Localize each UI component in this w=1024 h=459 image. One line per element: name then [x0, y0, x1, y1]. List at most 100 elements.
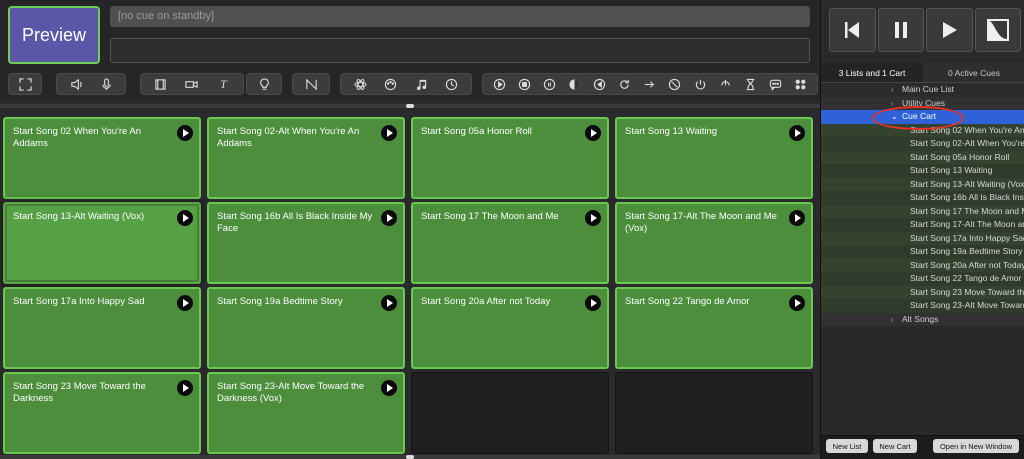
- tab-lists[interactable]: 3 Lists and 1 Cart: [821, 63, 923, 83]
- play-icon[interactable]: [381, 295, 397, 311]
- cart-tile[interactable]: Start Song 17 The Moon and Me: [411, 202, 609, 284]
- cart-empty-slot[interactable]: [615, 372, 813, 454]
- play-icon[interactable]: [381, 125, 397, 141]
- play-icon[interactable]: [177, 295, 193, 311]
- cart-tile[interactable]: Start Song 13 Waiting: [615, 117, 813, 199]
- stop-icon[interactable]: [518, 77, 532, 91]
- tree-list-item[interactable]: ⌄ Cue Cart: [821, 110, 1024, 124]
- tree-list-item[interactable]: › Main Cue List: [821, 83, 1024, 97]
- tree-list-item[interactable]: › Utility Cues: [821, 96, 1024, 111]
- bulb-icon[interactable]: [257, 77, 271, 91]
- chevron-right-icon[interactable]: ›: [891, 83, 894, 97]
- tree-cue-item[interactable]: Start Song 17a Into Happy Sad: [821, 231, 1024, 245]
- previous-button[interactable]: [829, 8, 876, 52]
- cart-empty-slot[interactable]: [411, 372, 609, 454]
- tree-cue-item[interactable]: Start Song 23-Alt Move Toward the Darkne…: [821, 299, 1024, 313]
- load-icon[interactable]: [568, 77, 582, 91]
- bottom-split-divider[interactable]: [0, 455, 820, 459]
- tree-cue-item[interactable]: Start Song 19a Bedtime Story: [821, 245, 1024, 259]
- speaker-icon[interactable]: [69, 77, 83, 91]
- tree-cue-item[interactable]: Start Song 20a After not Today: [821, 258, 1024, 272]
- tree-list-item[interactable]: › Alt Songs: [821, 312, 1024, 327]
- tree-cue-item[interactable]: Start Song 13-Alt Waiting (Vox): [821, 177, 1024, 191]
- cart-tile-label: Start Song 23 Move Toward the Darkness: [13, 381, 146, 404]
- tree-cue-item[interactable]: Start Song 16b All Is Black Inside My Fa…: [821, 191, 1024, 205]
- play-icon[interactable]: [585, 125, 601, 141]
- cart-tile[interactable]: Start Song 05a Honor Roll: [411, 117, 609, 199]
- group-icon[interactable]: [793, 77, 807, 91]
- chevron-right-icon[interactable]: ›: [891, 97, 894, 111]
- fullscreen-icon[interactable]: [18, 77, 32, 91]
- tree-cue-item[interactable]: Start Song 22 Tango de Amor: [821, 272, 1024, 286]
- cart-tile[interactable]: Start Song 19a Bedtime Story: [207, 287, 405, 369]
- cart-tile[interactable]: Start Song 17-Alt The Moon and Me (Vox): [615, 202, 813, 284]
- play-icon[interactable]: [177, 210, 193, 226]
- film-icon[interactable]: [154, 77, 168, 91]
- play-icon[interactable]: [789, 125, 805, 141]
- play-icon[interactable]: [789, 210, 805, 226]
- target-icon[interactable]: [668, 77, 682, 91]
- tree-cue-item[interactable]: Start Song 02 When You're An Addams: [821, 123, 1024, 137]
- skip-back-icon: [845, 22, 860, 38]
- reset-icon[interactable]: [593, 77, 607, 91]
- cue-notes-field[interactable]: [110, 38, 810, 63]
- wait-icon[interactable]: [743, 77, 757, 91]
- open-in-new-window-button[interactable]: Open in New Window: [933, 439, 1019, 453]
- play-icon[interactable]: [381, 210, 397, 226]
- chevron-right-icon[interactable]: ›: [891, 313, 894, 327]
- network-icon[interactable]: [353, 77, 367, 91]
- cart-tile[interactable]: Start Song 02-Alt When You're An Addams: [207, 117, 405, 199]
- tree-cue-item[interactable]: Start Song 17 The Moon and Me: [821, 204, 1024, 218]
- tree-empty-row: [821, 407, 1024, 421]
- camera-icon[interactable]: [185, 77, 199, 91]
- play-icon[interactable]: [177, 380, 193, 396]
- tab-active-cues[interactable]: 0 Active Cues: [923, 63, 1024, 83]
- play-icon[interactable]: [177, 125, 193, 141]
- cart-tile[interactable]: Start Song 20a After not Today: [411, 287, 609, 369]
- cart-tile[interactable]: Start Song 13-Alt Waiting (Vox): [3, 202, 201, 284]
- divider-handle[interactable]: [406, 455, 414, 459]
- go-button[interactable]: [926, 8, 973, 52]
- pause-icon: [894, 22, 907, 38]
- tree-cue-item[interactable]: Start Song 13 Waiting: [821, 164, 1024, 178]
- goto-icon[interactable]: [643, 77, 657, 91]
- tree-cue-item[interactable]: Start Song 23 Move Toward the Darkness: [821, 285, 1024, 299]
- toolbar-group-fullscreen: [8, 73, 42, 95]
- devamp-icon[interactable]: [618, 77, 632, 91]
- cart-tile[interactable]: Start Song 22 Tango de Amor: [615, 287, 813, 369]
- top-bar: Preview [no cue on standby] T: [0, 0, 820, 100]
- tree-cue-item[interactable]: Start Song 02-Alt When You're An Addams: [821, 137, 1024, 151]
- arm-icon[interactable]: [693, 77, 707, 91]
- cart-tile[interactable]: Start Song 02 When You're An Addams: [3, 117, 201, 199]
- pause-all-button[interactable]: [877, 8, 924, 52]
- clock-icon[interactable]: [445, 77, 459, 91]
- divider-handle[interactable]: [406, 104, 414, 108]
- toolbar-group-audio: [56, 73, 126, 95]
- play-icon[interactable]: [585, 295, 601, 311]
- cart-tile[interactable]: Start Song 17a Into Happy Sad: [3, 287, 201, 369]
- top-split-divider[interactable]: [0, 104, 820, 108]
- fade-button[interactable]: [974, 8, 1021, 52]
- cart-tile[interactable]: Start Song 16b All Is Black Inside My Fa…: [207, 202, 405, 284]
- disarm-icon[interactable]: [718, 77, 732, 91]
- midi-icon[interactable]: [384, 77, 398, 91]
- chevron-down-icon[interactable]: ⌄: [891, 110, 898, 124]
- tree-cue-item[interactable]: Start Song 05a Honor Roll: [821, 150, 1024, 164]
- cart-tile[interactable]: Start Song 23-Alt Move Toward the Darkne…: [207, 372, 405, 454]
- play-icon[interactable]: [585, 210, 601, 226]
- play-icon[interactable]: [789, 295, 805, 311]
- music-note-icon[interactable]: [414, 77, 428, 91]
- pause-icon[interactable]: [543, 77, 557, 91]
- text-icon[interactable]: T: [216, 77, 230, 91]
- new-cart-button[interactable]: New Cart: [873, 439, 917, 453]
- start-icon[interactable]: [493, 77, 507, 91]
- preview-button[interactable]: Preview: [8, 6, 100, 64]
- tree-cue-item[interactable]: Start Song 17-Alt The Moon and Me (Vox): [821, 218, 1024, 232]
- memo-icon[interactable]: [768, 77, 782, 91]
- mic-icon[interactable]: [99, 77, 113, 91]
- cart-tile[interactable]: Start Song 23 Move Toward the Darkness: [3, 372, 201, 454]
- play-icon[interactable]: [381, 380, 397, 396]
- new-list-button[interactable]: New List: [826, 439, 868, 453]
- fade-icon[interactable]: [304, 77, 318, 91]
- toolbar-group-video: T: [140, 73, 244, 95]
